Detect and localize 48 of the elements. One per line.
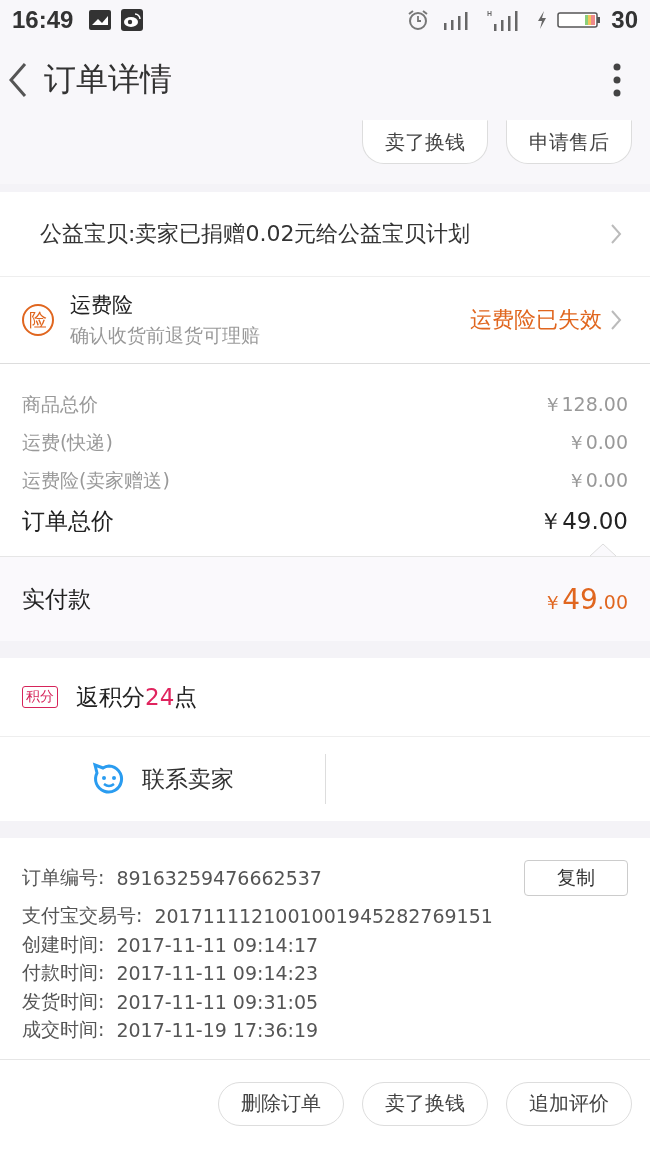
info-value: 2017111121001001945282769151 bbox=[154, 905, 493, 928]
info-value: 2017-11-19 17:36:19 bbox=[116, 1019, 319, 1042]
price-amount: ￥0.00 bbox=[566, 430, 628, 455]
info-label: 订单编号: bbox=[22, 865, 105, 890]
info-value: 2017-11-11 09:31:05 bbox=[116, 990, 319, 1013]
paid-amount: ￥49.00 bbox=[543, 582, 628, 616]
price-amount: ￥128.00 bbox=[542, 392, 628, 417]
action-button[interactable]: 卖了换钱 bbox=[362, 120, 488, 164]
chevron-right-icon bbox=[610, 223, 622, 245]
price-label: 商品总价 bbox=[22, 392, 98, 417]
insurance-subtitle: 确认收货前退货可理赔 bbox=[70, 323, 260, 348]
price-amount: ￥0.00 bbox=[566, 468, 628, 493]
info-label: 支付宝交易号: bbox=[22, 903, 143, 929]
insurance-badge: 险 bbox=[22, 304, 54, 336]
battery-percentage: 30 bbox=[611, 6, 638, 34]
action-button[interactable]: 卖了换钱 bbox=[362, 1081, 488, 1126]
points-badge: 积分 bbox=[22, 686, 58, 708]
copy-button[interactable]: 复制 bbox=[524, 860, 628, 896]
chat-face-icon bbox=[91, 762, 126, 796]
back-icon[interactable] bbox=[8, 62, 28, 98]
action-button[interactable]: 删除订单 bbox=[218, 1081, 344, 1126]
charity-row[interactable]: 公益宝贝:卖家已捐赠0.02元给公益宝贝计划 bbox=[0, 192, 650, 277]
battery-icon bbox=[557, 10, 602, 30]
info-value: 89163259476662537 bbox=[116, 867, 322, 889]
info-label: 付款时间: bbox=[22, 960, 105, 986]
alarm-icon bbox=[407, 9, 430, 31]
charity-text: 公益宝贝:卖家已捐赠0.02元给公益宝贝计划 bbox=[40, 220, 471, 248]
page-title: 订单详情 bbox=[44, 59, 172, 100]
weibo-icon bbox=[121, 9, 144, 31]
price-label: 运费险(卖家赠送) bbox=[22, 468, 170, 493]
action-button[interactable]: 申请售后 bbox=[506, 120, 632, 164]
status-time: 16:49 bbox=[12, 6, 74, 34]
info-label: 成交时间: bbox=[22, 1017, 105, 1043]
info-label: 发货时间: bbox=[22, 988, 105, 1014]
price-label: 运费(快递) bbox=[22, 430, 113, 455]
info-value: 2017-11-11 09:14:23 bbox=[116, 962, 319, 985]
image-notification-icon bbox=[89, 10, 112, 30]
price-amount: ￥49.00 bbox=[539, 506, 628, 536]
more-options-icon[interactable] bbox=[612, 63, 622, 97]
paid-label: 实付款 bbox=[22, 584, 91, 614]
chevron-right-icon bbox=[610, 309, 622, 331]
info-label: 创建时间: bbox=[22, 931, 105, 957]
points-text: 返积分24点 bbox=[76, 682, 198, 712]
info-value: 2017-11-11 09:14:17 bbox=[116, 933, 319, 956]
price-label: 订单总价 bbox=[22, 506, 114, 536]
charging-icon bbox=[537, 10, 548, 30]
insurance-title: 运费险 bbox=[70, 292, 134, 319]
action-button[interactable]: 追加评价 bbox=[506, 1081, 632, 1126]
